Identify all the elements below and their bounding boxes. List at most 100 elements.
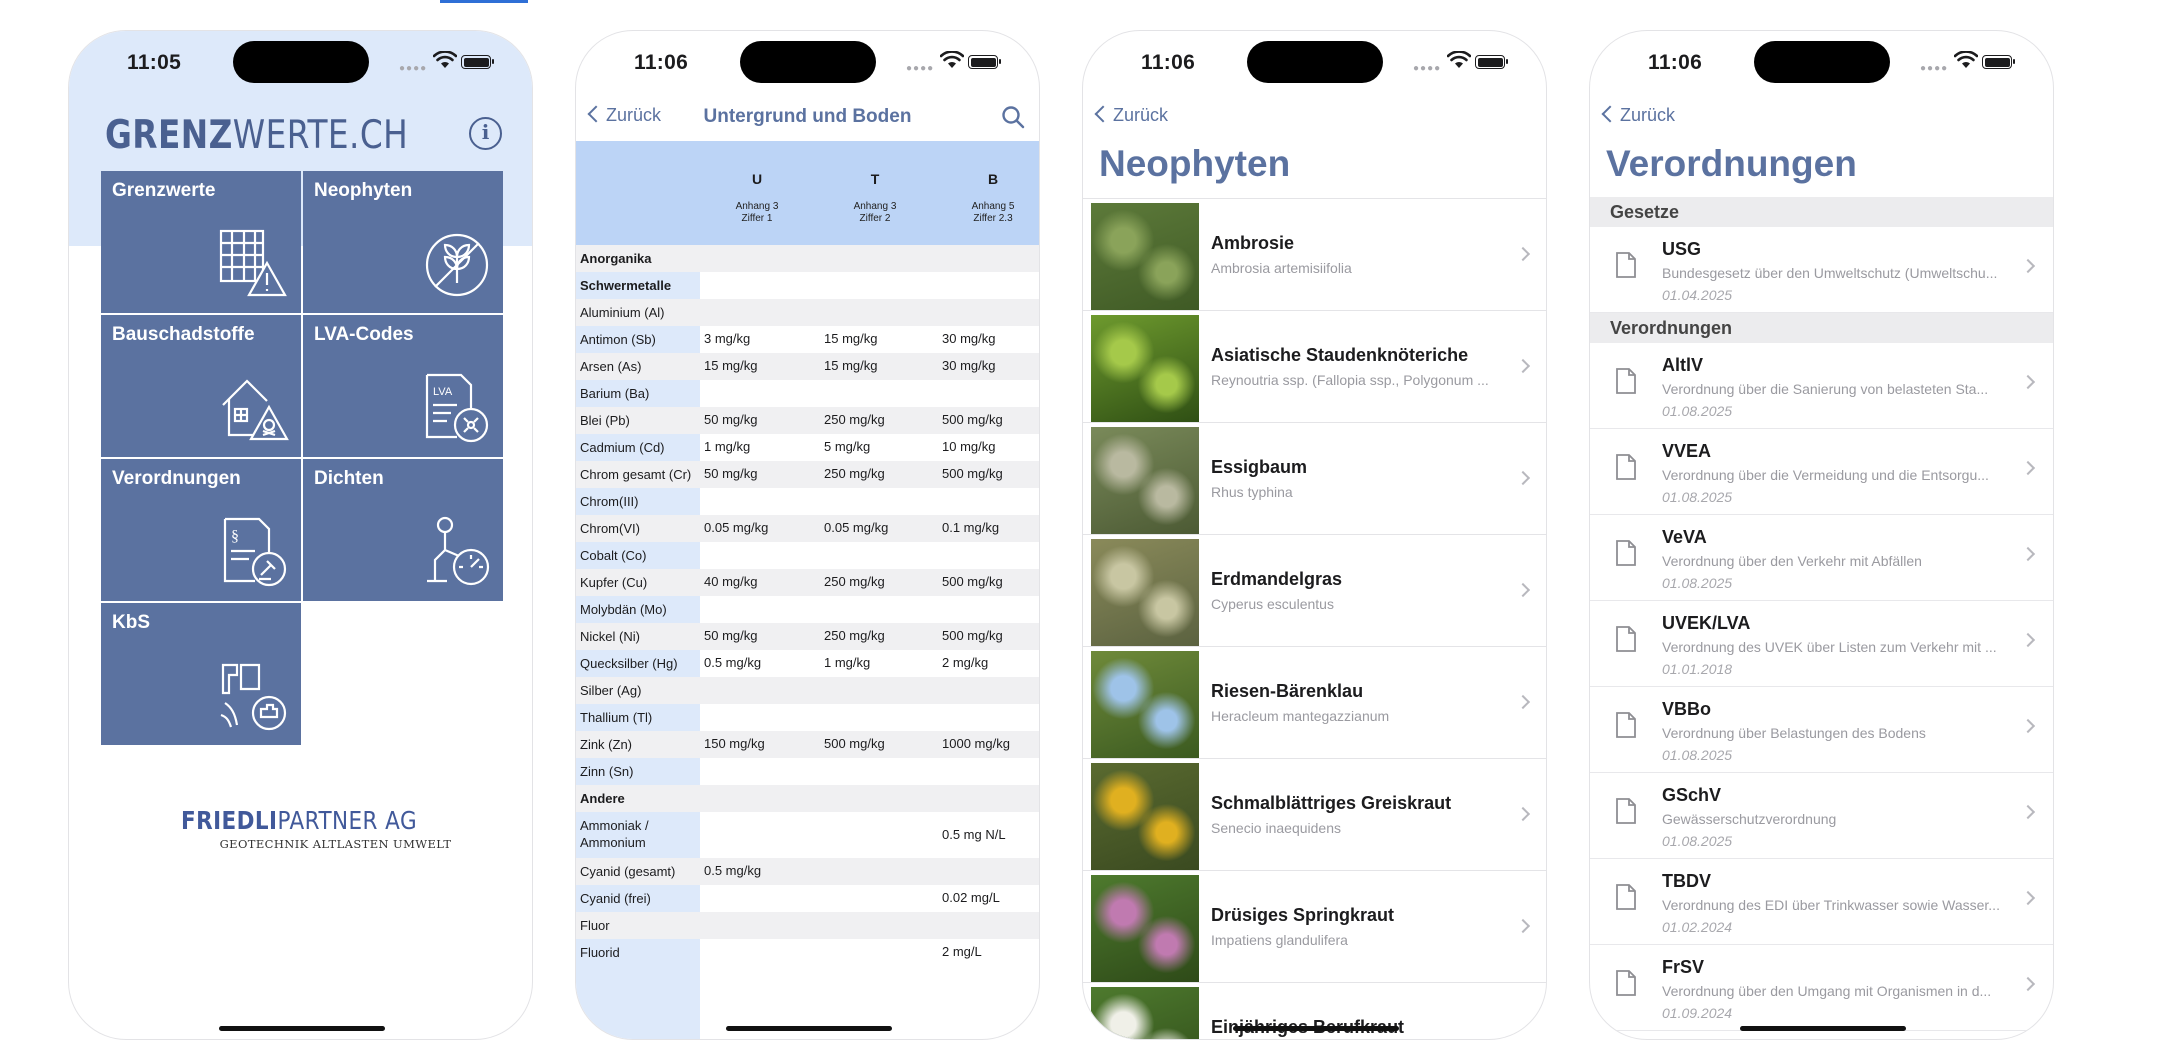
tile-label: LVA-Codes: [314, 324, 414, 345]
row-label: Silber (Ag): [580, 683, 642, 698]
tile-verordnungen[interactable]: Verordnungen §: [101, 459, 301, 601]
info-icon[interactable]: i: [469, 117, 502, 150]
law-date: 01.02.2024: [1662, 919, 1733, 935]
table-row: Arsen (As) 15 mg/kg 15 mg/kg 30 mg/kg: [576, 353, 1039, 380]
list-item[interactable]: Erdmandelgras Cyperus esculentus: [1083, 534, 1546, 646]
phone-soil-table: 11:06 ●●●● Zurück Untergrund und Boden U…: [575, 30, 1040, 1040]
row-value: 1 mg/kg: [704, 439, 751, 454]
row-value: 2 mg/L: [942, 944, 982, 959]
list-item[interactable]: VVEA Verordnung über die Vermeidung und d…: [1590, 429, 2053, 515]
plant-photo: [1091, 875, 1199, 982]
back-button[interactable]: Zurück: [1093, 105, 1168, 126]
chevron-right-icon: [1515, 246, 1531, 262]
column-header-u: U Anhang 3 Ziffer 1: [735, 171, 779, 224]
neophyten-list: Ambrosie Ambrosia artemisiifolia Asiatisch…: [1083, 198, 1546, 1039]
plant-name: Drüsiges Springkraut: [1211, 905, 1395, 925]
document-icon: [1616, 970, 1636, 996]
list-item[interactable]: Asiatische Staudenknöteriche Reynoutria s…: [1083, 310, 1546, 422]
plant-latin-name: Heracleum mantegazzianum: [1211, 708, 1390, 724]
list-item[interactable]: Einjähriges Berufkraut: [1083, 982, 1546, 1039]
law-abbreviation: GSchV: [1662, 785, 1722, 805]
battery-icon: [1475, 55, 1508, 69]
table-row: Chrom(VI) 0.05 mg/kg 0.05 mg/kg 0.1 mg/kg: [576, 515, 1039, 542]
table-row: Zinn (Sn): [576, 758, 1039, 785]
chevron-right-icon: [1515, 358, 1531, 374]
table-row: Cadmium (Cd) 1 mg/kg 5 mg/kg 10 mg/kg: [576, 434, 1039, 461]
dynamic-island: [233, 41, 369, 83]
row-value: 3 mg/kg: [704, 331, 751, 346]
tile-grenzwerte[interactable]: Grenzwerte: [101, 171, 301, 313]
law-description: Bundesgesetz über den Umweltschutz (Umwe…: [1662, 265, 1998, 281]
tile-lva-codes[interactable]: LVA-Codes LVA: [303, 315, 503, 457]
plant-photo: [1091, 315, 1199, 422]
plant-latin-name: Reynoutria ssp. (Fallopia ssp., Polygonu…: [1211, 372, 1489, 388]
list-item[interactable]: Drüsiges Springkraut Impatiens glandulife…: [1083, 870, 1546, 982]
list-item[interactable]: Riesen-Bärenklau Heracleum mantegazzianum: [1083, 646, 1546, 758]
list-item[interactable]: TBDV Verordnung des EDI über Trinkwasser …: [1590, 859, 2053, 945]
list-item[interactable]: FrSV Verordnung über den Umgang mit Organ…: [1590, 945, 2053, 1031]
app-logo: GRENZWERTE.CH: [105, 113, 409, 158]
row-label: Molybdän (Mo): [580, 602, 667, 617]
row-value: 500 mg/kg: [942, 628, 1003, 643]
company-logo: FRIEDLIPARTNER AG GEOTECHNIK ALTLASTEN U…: [181, 806, 452, 851]
plant-photo: [1091, 651, 1199, 758]
row-value: 40 mg/kg: [704, 574, 758, 589]
table-row: Nickel (Ni) 50 mg/kg 250 mg/kg 500 mg/kg: [576, 623, 1039, 650]
document-icon: [1616, 540, 1636, 566]
row-label: Ammoniak / Ammonium: [580, 818, 649, 850]
list-item[interactable]: VeVA Verordnung über den Verkehr mit Abfä…: [1590, 515, 2053, 601]
row-label: Nickel (Ni): [580, 629, 640, 644]
table-row: Kupfer (Cu) 40 mg/kg 250 mg/kg 500 mg/kg: [576, 569, 1039, 596]
status-bar: 11:06 ●●●●: [576, 31, 1039, 95]
law-abbreviation: TBDV: [1662, 871, 1711, 891]
list-item[interactable]: Schmalblättriges Greiskraut Senecio inaeq…: [1083, 758, 1546, 870]
law-date: 01.08.2025: [1662, 575, 1733, 591]
table-row: Ammoniak / Ammonium 0.5 mg N/L: [576, 812, 1039, 858]
lva-document-icon: LVA: [425, 373, 489, 443]
plant-photo: [1091, 987, 1199, 1039]
list-item[interactable]: AltlV Verordnung über die Sanierung von b…: [1590, 343, 2053, 429]
chevron-right-icon: [1515, 918, 1531, 934]
nav-bar: Zurück: [1590, 97, 2053, 141]
tile-label: Dichten: [314, 468, 384, 489]
list-item[interactable]: Essigbaum Rhus typhina: [1083, 422, 1546, 534]
wifi-icon: [1954, 51, 1978, 68]
tile-bauschadstoffe[interactable]: Bauschadstoffe: [101, 315, 301, 457]
document-icon: [1616, 884, 1636, 910]
list-item[interactable]: VBBo Verordnung über Belastungen des Bode…: [1590, 687, 2053, 773]
row-value: 0.5 mg N/L: [942, 827, 1006, 842]
list-item[interactable]: Ambrosie Ambrosia artemisiifolia: [1083, 198, 1546, 310]
chevron-right-icon: [2020, 976, 2036, 992]
tile-label: Grenzwerte: [112, 180, 216, 201]
grid-warning-icon: [219, 229, 287, 297]
row-value: 0.05 mg/kg: [824, 520, 889, 535]
tile-label: Verordnungen: [112, 468, 241, 489]
chevron-right-icon: [2020, 460, 2036, 476]
law-abbreviation: VVEA: [1662, 441, 1712, 461]
law-abbreviation: VeVA: [1662, 527, 1707, 547]
status-time: 11:06: [1648, 51, 1703, 74]
tile-dichten[interactable]: Dichten: [303, 459, 503, 601]
law-date: 01.08.2025: [1662, 747, 1733, 763]
plant-name: Essigbaum: [1211, 457, 1308, 477]
dynamic-island: [1247, 41, 1383, 83]
law-description: Gewässerschutzverordnung: [1662, 811, 1837, 827]
plant-latin-name: Cyperus esculentus: [1211, 596, 1334, 612]
tile-kbs[interactable]: KbS: [101, 603, 301, 745]
row-label: Fluor: [580, 918, 610, 933]
site-document-icon: [220, 663, 287, 731]
status-time: 11:06: [634, 51, 689, 74]
svg-text:LVA: LVA: [433, 386, 453, 398]
search-icon[interactable]: [1001, 105, 1025, 129]
back-button[interactable]: Zurück: [1600, 105, 1675, 126]
status-bar: 11:06 ●●●●: [1590, 31, 2053, 95]
section-header: Gesetze: [1590, 197, 2053, 227]
top-accent-bar: [440, 0, 528, 3]
signal-icon: ●●●●: [1920, 63, 1949, 74]
list-item[interactable]: UVEK/LVA Verordnung des UVEK über Listen …: [1590, 601, 2053, 687]
row-label: Schwermetalle: [580, 278, 672, 293]
list-item[interactable]: USG Bundesgesetz über den Umweltschutz (U…: [1590, 227, 2053, 313]
tile-neophyten[interactable]: Neophyten: [303, 171, 503, 313]
list-item[interactable]: GSchV Gewässerschutzverordnung 01.08.2025: [1590, 773, 2053, 859]
table-row: Andere: [576, 785, 1039, 812]
